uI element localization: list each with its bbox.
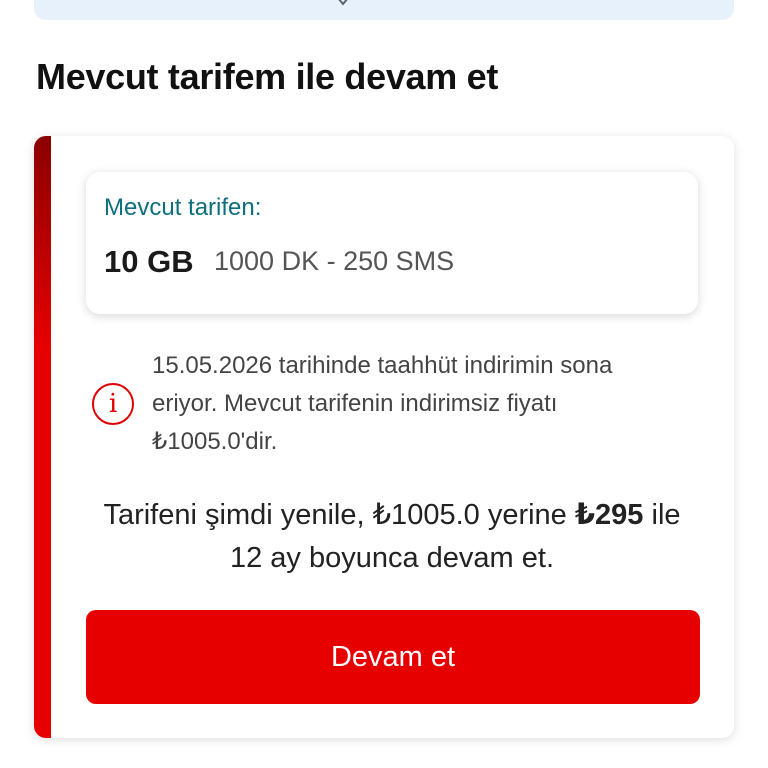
plan-data-amount: 10 GB	[104, 244, 194, 279]
discount-expiry-notice: 15.05.2026 tarihinde taahhüt indirimin s…	[152, 352, 613, 455]
section-title: Mevcut tarifem ile devam et	[36, 56, 499, 97]
chevron-down-icon	[338, 0, 348, 6]
card-accent-bar	[34, 136, 51, 738]
offer-prefix: Tarifeni şimdi yenile,	[103, 499, 373, 531]
current-plan-box: Mevcut tarifen: 10 GB 1000 DK - 250 SMS	[86, 172, 698, 314]
continue-button[interactable]: Devam et	[86, 610, 700, 704]
offer-old-price: ₺1005.0	[372, 499, 480, 531]
offer-new-price: ₺295	[574, 499, 644, 531]
current-plan-label: Mevcut tarifen:	[104, 194, 262, 221]
renewal-offer-text: Tarifeni şimdi yenile, ₺1005.0 yerine ₺2…	[86, 494, 698, 580]
offer-middle: yerine	[479, 499, 575, 531]
plan-minutes-sms: 1000 DK - 250 SMS	[214, 246, 455, 276]
renewal-card: Mevcut tarifen: 10 GB 1000 DK - 250 SMS …	[34, 136, 734, 738]
top-info-banner[interactable]	[34, 0, 734, 20]
info-icon: i	[92, 383, 134, 425]
